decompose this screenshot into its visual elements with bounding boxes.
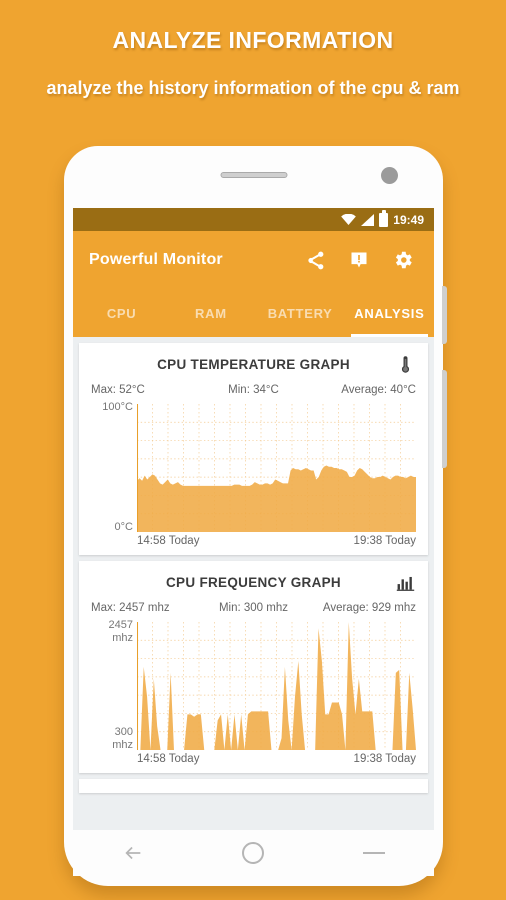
bar-chart-icon [394,571,416,593]
nav-recents-icon[interactable] [354,838,394,868]
signal-icon [361,213,375,226]
card-header: CPU TEMPERATURE GRAPH [91,353,416,375]
front-camera-icon [381,167,398,184]
temperature-plot [137,404,416,532]
page-subtitle: analyze the history information of the c… [46,78,460,98]
x-axis-start-label: 14:58 Today [137,535,200,547]
phone-frame: 19:49 Powerful Monitor CPU RAM BATTERY A… [64,146,447,886]
stat-min: Min: 34°C [228,384,279,396]
tab-label: RAM [195,305,227,321]
tab-cpu[interactable]: CPU [77,289,166,337]
y-axis-min-value: 300 [114,726,133,738]
next-card-partial [79,779,428,793]
temperature-graph: 100°C 0°C [91,401,416,533]
y-axis-min-label: 300 mhz [112,726,133,752]
stat-min: Min: 300 mhz [218,602,288,614]
app-toolbar: Powerful Monitor [73,231,434,289]
frequency-graph: 2457 mhz 300 mhz [91,619,416,752]
card-stats: Max: 52°C Min: 34°C Average: 40°C [91,384,416,396]
y-axis-max-value: 2457 [108,619,133,631]
tab-battery[interactable]: BATTERY [256,289,345,337]
stat-average: Average: 40°C [341,384,416,396]
share-icon[interactable] [300,245,330,275]
y-axis-max-label: 2457 mhz [109,619,133,645]
wifi-icon [341,214,357,225]
battery-icon [379,209,389,227]
x-axis: 14:58 Today 19:38 Today [137,753,416,765]
x-axis-start-label: 14:58 Today [137,753,200,765]
y-axis-max-unit: mhz [112,632,133,644]
frequency-plot [137,622,416,750]
stat-max: Max: 2457 mhz [91,602,170,614]
tab-bar: CPU RAM BATTERY ANALYSIS [73,289,434,337]
x-axis-end-label: 19:38 Today [353,753,416,765]
promo-header: ANALYZE INFORMATION analyze the history … [0,0,506,99]
card-title: CPU FREQUENCY GRAPH [166,574,341,590]
card-title: CPU TEMPERATURE GRAPH [157,356,350,372]
page-title: ANALYZE INFORMATION [112,27,394,53]
power-button[interactable] [442,370,447,468]
y-axis: 2457 mhz 300 mhz [91,619,137,752]
y-axis-min-label: 0°C [114,521,133,533]
nav-back-icon[interactable] [113,838,153,868]
cpu-temperature-card: CPU TEMPERATURE GRAPH Max: 52°C Min: 34°… [79,343,428,555]
card-stats: Max: 2457 mhz Min: 300 mhz Average: 929 … [91,602,416,614]
y-axis: 100°C 0°C [91,401,137,533]
app-title: Powerful Monitor [89,251,223,268]
x-axis: 14:58 Today 19:38 Today [137,535,416,547]
y-axis-min-unit: mhz [112,739,133,751]
x-axis-end-label: 19:38 Today [353,535,416,547]
status-time: 19:49 [393,212,424,227]
volume-button[interactable] [442,286,447,344]
stat-average: Average: 929 mhz [322,602,416,614]
alert-icon[interactable] [344,245,374,275]
thermometer-icon [394,353,416,375]
tab-analysis[interactable]: ANALYSIS [345,289,434,337]
stat-max: Max: 52°C [91,384,145,396]
earpiece-speaker [220,172,287,178]
status-bar: 19:49 [73,208,434,231]
tab-label: ANALYSIS [354,305,425,321]
android-nav-bar [73,830,434,876]
cpu-frequency-card: CPU FREQUENCY GRAPH Max: 2457 mhz Min: 3… [79,561,428,773]
gear-icon[interactable] [388,245,418,275]
phone-screen: 19:49 Powerful Monitor CPU RAM BATTERY A… [73,208,434,830]
nav-home-icon[interactable] [233,838,273,868]
tab-label: BATTERY [267,305,333,321]
card-header: CPU FREQUENCY GRAPH [91,571,416,593]
tab-label: CPU [106,305,137,321]
y-axis-max-label: 100°C [102,401,133,413]
content-scroll[interactable]: CPU TEMPERATURE GRAPH Max: 52°C Min: 34°… [73,337,434,830]
tab-ram[interactable]: RAM [166,289,255,337]
